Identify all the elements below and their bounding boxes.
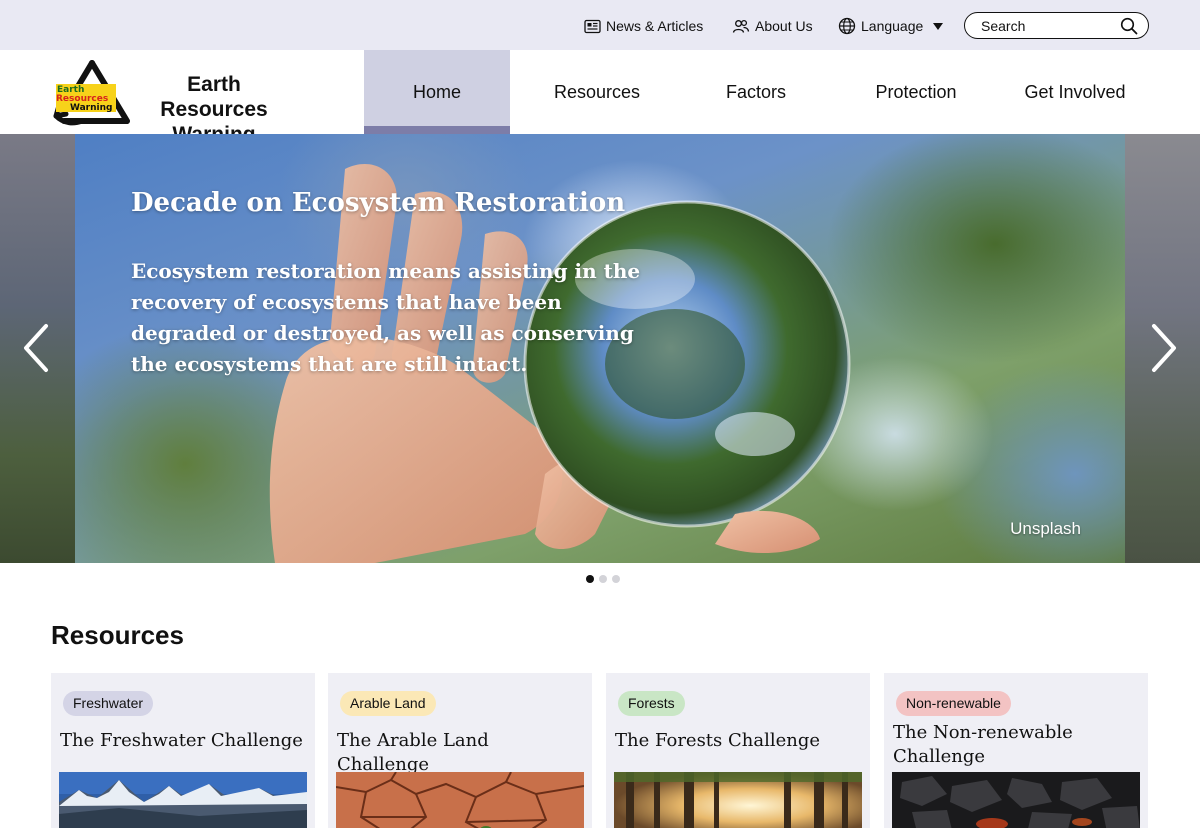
cracked-soil-image <box>336 772 584 828</box>
nav-home[interactable]: Home <box>364 50 510 134</box>
card-title[interactable]: The Non-renewable Challenge <box>893 721 1139 769</box>
search-box[interactable] <box>964 12 1149 39</box>
resource-card-forests[interactable]: Forests The Forests Challenge <box>606 673 870 828</box>
tag-forests[interactable]: Forests <box>618 691 685 716</box>
nav-get-involved[interactable]: Get Involved <box>1010 50 1140 134</box>
tag-freshwater[interactable]: Freshwater <box>63 691 154 716</box>
search-input[interactable] <box>981 17 1111 34</box>
people-icon <box>732 19 750 33</box>
site-header: Earth Resources Warning Earth Resources … <box>0 50 1200 146</box>
image-credit: Unsplash <box>1010 519 1081 538</box>
hero-title: Decade on Ecosystem Restoration <box>131 188 626 218</box>
nav-protection[interactable]: Protection <box>858 50 974 134</box>
chevron-right-icon[interactable] <box>1142 320 1182 376</box>
resource-card-non-renewable[interactable]: Non-renewable The Non-renewable Challeng… <box>884 673 1148 828</box>
news-articles-label: News & Articles <box>606 18 704 34</box>
news-articles-link[interactable]: News & Articles <box>584 16 703 36</box>
coal-image <box>892 772 1140 828</box>
language-label: Language <box>861 18 924 34</box>
carousel-dot-2[interactable] <box>599 575 607 583</box>
hero-carousel: Decade on Ecosystem Restoration Ecosyste… <box>0 134 1200 563</box>
nav-factors[interactable]: Factors <box>700 50 812 134</box>
tag-arable-land[interactable]: Arable Land <box>340 691 436 716</box>
card-title[interactable]: The Forests Challenge <box>615 729 861 753</box>
language-selector[interactable]: Language <box>838 16 944 36</box>
resource-card-arable-land[interactable]: Arable Land The Arable Land Challenge <box>328 673 592 828</box>
globe-icon <box>838 17 856 35</box>
search-icon[interactable] <box>1120 17 1138 35</box>
card-title[interactable]: The Freshwater Challenge <box>60 729 306 753</box>
logo-text-warning: Warning <box>70 103 112 113</box>
newspaper-icon <box>584 19 601 33</box>
carousel-dot-1[interactable] <box>586 575 594 583</box>
chevron-left-icon[interactable] <box>18 320 58 376</box>
logo[interactable]: Earth Resources Warning <box>52 58 132 128</box>
tag-non-renewable[interactable]: Non-renewable <box>896 691 1011 716</box>
about-us-link[interactable]: About Us <box>732 16 813 36</box>
carousel-pagination <box>586 575 620 583</box>
about-us-label: About Us <box>755 18 813 34</box>
resource-card-freshwater[interactable]: Freshwater The Freshwater Challenge <box>51 673 315 828</box>
mountain-lake-image <box>59 772 307 828</box>
hero-slide: Decade on Ecosystem Restoration Ecosyste… <box>75 134 1125 563</box>
caret-down-icon <box>933 22 944 30</box>
forest-image <box>614 772 862 828</box>
card-title[interactable]: The Arable Land Challenge <box>337 729 583 777</box>
nav-resources[interactable]: Resources <box>530 50 664 134</box>
utility-bar: News & Articles About Us Language <box>0 0 1200 50</box>
resources-heading: Resources <box>51 620 184 650</box>
hero-description: Ecosystem restoration means assisting in… <box>131 259 641 376</box>
carousel-dot-3[interactable] <box>612 575 620 583</box>
